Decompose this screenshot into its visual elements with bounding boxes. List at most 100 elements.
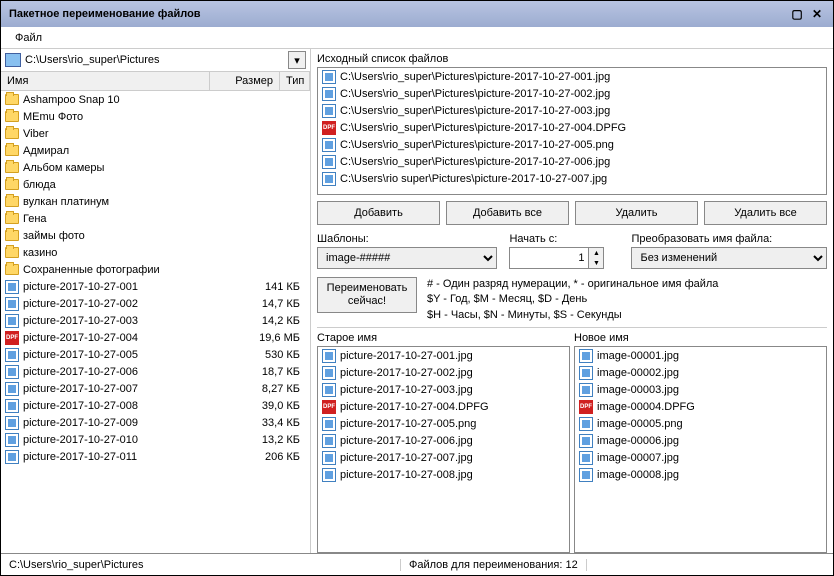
list-item[interactable]: picture-2017-10-27-0078,27 КБ bbox=[1, 380, 310, 397]
case-label: Преобразовать имя файла: bbox=[631, 233, 827, 245]
new-name-list[interactable]: image-00001.jpgimage-00002.jpg image-0000… bbox=[574, 346, 827, 553]
list-item[interactable]: Сохраненные фотографии bbox=[1, 261, 310, 278]
list-item[interactable]: picture-2017-10-27-00214,7 КБ bbox=[1, 295, 310, 312]
spin-up-icon[interactable]: ▲ bbox=[589, 248, 603, 258]
source-list[interactable]: C:\Users\rio_super\Pictures\picture-2017… bbox=[317, 67, 827, 195]
file-list[interactable]: Ashampoo Snap 10 MEmu Фото Viber Адмирал Аль… bbox=[1, 91, 310, 553]
file-name: picture-2017-10-27-005.png bbox=[340, 418, 476, 430]
file-name: Сохраненные фотографии bbox=[23, 264, 306, 276]
list-item[interactable]: MEmu Фото bbox=[1, 108, 310, 125]
image-icon bbox=[5, 365, 19, 379]
list-item[interactable]: Viber bbox=[1, 125, 310, 142]
list-item[interactable]: image-00005.png bbox=[575, 415, 826, 432]
list-item[interactable]: picture-2017-10-27-003.jpg bbox=[318, 381, 569, 398]
list-item[interactable]: picture-2017-10-27-001.jpg bbox=[318, 347, 569, 364]
file-path: C:\Users\rio_super\Pictures\picture-2017… bbox=[340, 122, 626, 134]
folder-icon bbox=[5, 93, 19, 107]
image-icon bbox=[579, 349, 593, 363]
dpf-icon: DPF bbox=[5, 331, 19, 345]
list-item[interactable]: DPFC:\Users\rio_super\Pictures\picture-2… bbox=[318, 119, 826, 136]
list-item[interactable]: вулкан платинум bbox=[1, 193, 310, 210]
add-all-button[interactable]: Добавить все bbox=[446, 201, 569, 225]
list-item[interactable]: блюда bbox=[1, 176, 310, 193]
list-item[interactable]: picture-2017-10-27-00314,2 КБ bbox=[1, 312, 310, 329]
file-name: image-00003.jpg bbox=[597, 384, 679, 396]
rename-now-button[interactable]: Переименовать сейчас! bbox=[317, 277, 417, 313]
status-bar: C:\Users\rio_super\Pictures Файлов для п… bbox=[1, 553, 833, 575]
titlebar[interactable]: Пакетное переименование файлов ▢ ✕ bbox=[1, 1, 833, 27]
list-item[interactable]: image-00001.jpg bbox=[575, 347, 826, 364]
list-item[interactable]: picture-2017-10-27-008.jpg bbox=[318, 466, 569, 483]
list-item[interactable]: image-00002.jpg bbox=[575, 364, 826, 381]
list-item[interactable]: DPFpicture-2017-10-27-004.DPFG bbox=[318, 398, 569, 415]
list-item[interactable]: picture-2017-10-27-00839,0 КБ bbox=[1, 397, 310, 414]
start-input[interactable] bbox=[509, 247, 589, 269]
col-size[interactable]: Размер bbox=[210, 72, 280, 90]
list-item[interactable]: picture-2017-10-27-011206 КБ bbox=[1, 448, 310, 465]
source-list-label: Исходный список файлов bbox=[317, 51, 827, 67]
list-item[interactable]: C:\Users\rio_super\Pictures\picture-2017… bbox=[318, 68, 826, 85]
delete-all-button[interactable]: Удалить все bbox=[704, 201, 827, 225]
add-button[interactable]: Добавить bbox=[317, 201, 440, 225]
list-item[interactable]: picture-2017-10-27-002.jpg bbox=[318, 364, 569, 381]
template-select[interactable]: image-##### bbox=[317, 247, 497, 269]
file-size: 39,0 КБ bbox=[246, 400, 306, 412]
list-item[interactable]: picture-2017-10-27-00933,4 КБ bbox=[1, 414, 310, 431]
folder-icon bbox=[5, 161, 19, 175]
list-item[interactable]: image-00007.jpg bbox=[575, 449, 826, 466]
file-name: picture-2017-10-27-002.jpg bbox=[340, 367, 473, 379]
right-panel: Исходный список файлов C:\Users\rio_supe… bbox=[311, 49, 833, 553]
file-name: Адмирал bbox=[23, 145, 306, 157]
list-item[interactable]: DPFpicture-2017-10-27-00419,6 МБ bbox=[1, 329, 310, 346]
delete-button[interactable]: Удалить bbox=[575, 201, 698, 225]
list-item[interactable]: C:\Users\rio_super\Pictures\picture-2017… bbox=[318, 153, 826, 170]
file-size: 206 КБ bbox=[246, 451, 306, 463]
file-name: picture-2017-10-27-009 bbox=[23, 417, 246, 429]
status-count: Файлов для переименования: 12 bbox=[401, 559, 587, 571]
path-dropdown-icon[interactable]: ▾ bbox=[288, 51, 306, 69]
list-item[interactable]: picture-2017-10-27-005.png bbox=[318, 415, 569, 432]
list-item[interactable]: picture-2017-10-27-005530 КБ bbox=[1, 346, 310, 363]
list-item[interactable]: C:\Users\rio_super\Pictures\picture-2017… bbox=[318, 102, 826, 119]
old-name-list[interactable]: picture-2017-10-27-001.jpg picture-2017-1… bbox=[317, 346, 570, 553]
file-size: 530 КБ bbox=[246, 349, 306, 361]
col-type[interactable]: Тип bbox=[280, 72, 310, 90]
path-input[interactable] bbox=[25, 54, 288, 66]
maximize-icon[interactable]: ▢ bbox=[789, 6, 805, 22]
file-name: picture-2017-10-27-003.jpg bbox=[340, 384, 473, 396]
list-item[interactable]: image-00008.jpg bbox=[575, 466, 826, 483]
list-item[interactable]: image-00003.jpg bbox=[575, 381, 826, 398]
folder-icon bbox=[5, 246, 19, 260]
file-name: MEmu Фото bbox=[23, 111, 306, 123]
image-icon bbox=[579, 451, 593, 465]
file-name: image-00006.jpg bbox=[597, 435, 679, 447]
list-item[interactable]: Гена bbox=[1, 210, 310, 227]
list-item[interactable]: Адмирал bbox=[1, 142, 310, 159]
list-item[interactable]: Альбом камеры bbox=[1, 159, 310, 176]
file-size: 19,6 МБ bbox=[246, 332, 306, 344]
list-item[interactable]: C:\Users\rio super\Pictures\picture-2017… bbox=[318, 170, 826, 187]
close-icon[interactable]: ✕ bbox=[809, 6, 825, 22]
col-name[interactable]: Имя bbox=[1, 72, 210, 90]
list-item[interactable]: image-00006.jpg bbox=[575, 432, 826, 449]
case-select[interactable]: Без изменений bbox=[631, 247, 827, 269]
left-panel: ▾ Имя Размер Тип Ashampoo Snap 10 MEmu Фо… bbox=[1, 49, 311, 553]
list-item[interactable]: picture-2017-10-27-007.jpg bbox=[318, 449, 569, 466]
list-item[interactable]: Ashampoo Snap 10 bbox=[1, 91, 310, 108]
list-item[interactable]: DPFimage-00004.DPFG bbox=[575, 398, 826, 415]
file-name: picture-2017-10-27-008.jpg bbox=[340, 469, 473, 481]
image-icon bbox=[5, 297, 19, 311]
list-item[interactable]: picture-2017-10-27-01013,2 КБ bbox=[1, 431, 310, 448]
list-item[interactable]: C:\Users\rio_super\Pictures\picture-2017… bbox=[318, 85, 826, 102]
menu-file[interactable]: Файл bbox=[9, 30, 48, 46]
file-size: 13,2 КБ bbox=[246, 434, 306, 446]
list-item[interactable]: казино bbox=[1, 244, 310, 261]
spin-down-icon[interactable]: ▼ bbox=[589, 258, 603, 268]
image-icon bbox=[5, 399, 19, 413]
list-item[interactable]: picture-2017-10-27-00618,7 КБ bbox=[1, 363, 310, 380]
list-item[interactable]: займы фото bbox=[1, 227, 310, 244]
dpf-icon: DPF bbox=[322, 400, 336, 414]
list-item[interactable]: C:\Users\rio_super\Pictures\picture-2017… bbox=[318, 136, 826, 153]
list-item[interactable]: picture-2017-10-27-001141 КБ bbox=[1, 278, 310, 295]
list-item[interactable]: picture-2017-10-27-006.jpg bbox=[318, 432, 569, 449]
